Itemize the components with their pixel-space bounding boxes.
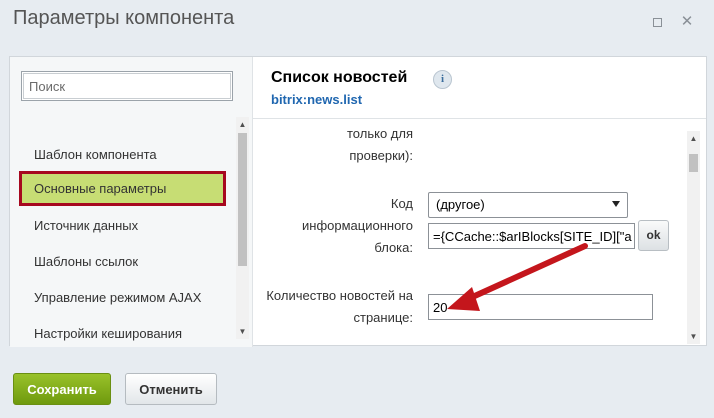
partial-label: только для проверки): — [347, 126, 413, 163]
sidebar: Шаблон компонента Основные параметры Ист… — [10, 57, 253, 347]
sidebar-item-caching[interactable]: Настройки кеширования — [34, 326, 182, 341]
sidebar-item-url-templates[interactable]: Шаблоны ссылок — [34, 254, 138, 269]
dialog-content: Шаблон компонента Основные параметры Ист… — [9, 56, 707, 347]
close-icon[interactable]: ✕ — [679, 14, 695, 30]
properties-panel: Список новостей i bitrix:news.list тольк… — [253, 57, 706, 345]
maximize-icon[interactable] — [649, 14, 665, 30]
sidebar-scrollbar[interactable]: ▲ ▼ — [236, 117, 249, 339]
properties-list: только для проверки): Код информационног… — [253, 119, 706, 345]
news-count-field[interactable] — [428, 294, 653, 320]
scroll-up-icon[interactable]: ▲ — [689, 134, 698, 143]
info-icon[interactable]: i — [433, 70, 452, 89]
dialog-title: Параметры компонента — [13, 7, 235, 29]
scrollbar-thumb[interactable] — [238, 133, 247, 266]
scrollbar-thumb[interactable] — [689, 154, 698, 172]
iblock-id-field[interactable] — [428, 223, 635, 249]
iblock-label: Код информационного блока: — [302, 196, 413, 255]
search-input[interactable] — [23, 73, 231, 99]
title-bar: Параметры компонента ✕ — [0, 0, 714, 44]
scroll-down-icon[interactable]: ▼ — [238, 327, 247, 336]
news-count-label: Количество новостей на странице: — [266, 288, 413, 325]
sidebar-item-ajax-mode[interactable]: Управление режимом AJAX — [34, 290, 201, 305]
component-params-dialog: Параметры компонента ✕ Шаблон компонента… — [0, 0, 714, 418]
sidebar-item-main-params[interactable]: Основные параметры — [19, 171, 226, 206]
search-box — [21, 71, 233, 101]
component-code: bitrix:news.list — [271, 92, 363, 107]
iblock-select[interactable]: (другое) — [428, 192, 628, 218]
chevron-down-icon — [612, 201, 620, 207]
cancel-button[interactable]: Отменить — [125, 373, 217, 405]
scroll-up-icon[interactable]: ▲ — [238, 120, 247, 129]
sidebar-item-data-source[interactable]: Источник данных — [34, 218, 138, 233]
sidebar-item-template[interactable]: Шаблон компонента — [34, 147, 157, 162]
dialog-footer: Сохранить Отменить — [0, 358, 714, 418]
properties-scrollbar[interactable]: ▲ ▼ — [687, 131, 700, 344]
iblock-select-value: (другое) — [436, 197, 485, 212]
save-button[interactable]: Сохранить — [13, 373, 111, 405]
component-title: Список новостей — [271, 69, 408, 86]
ok-button[interactable]: ok — [638, 220, 669, 251]
scroll-down-icon[interactable]: ▼ — [689, 332, 698, 341]
